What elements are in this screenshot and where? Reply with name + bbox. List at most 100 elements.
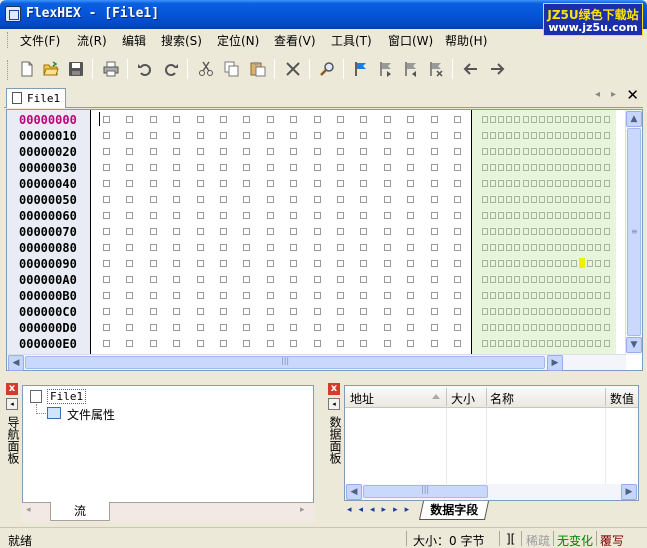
hex-byte[interactable] [266,196,274,203]
ascii-char[interactable] [482,116,488,123]
hex-byte[interactable] [243,228,251,235]
ascii-char[interactable] [482,340,488,347]
ascii-char[interactable] [490,308,497,315]
ascii-char[interactable] [603,308,610,315]
hex-byte[interactable] [430,132,438,139]
tab-file1[interactable]: File1 [6,88,66,108]
ascii-char[interactable] [554,292,561,299]
ascii-char[interactable] [554,244,561,251]
ascii-char[interactable] [530,196,537,203]
hex-byte[interactable] [407,196,415,203]
hex-byte[interactable] [313,340,321,347]
hex-byte[interactable] [383,116,391,123]
hex-byte[interactable] [243,340,251,347]
hex-byte[interactable] [290,148,298,155]
hex-byte[interactable] [407,212,415,219]
hex-byte[interactable] [360,308,368,315]
ascii-char[interactable] [554,340,561,347]
hex-byte[interactable] [337,212,344,219]
hex-byte[interactable] [337,132,344,139]
hex-byte[interactable] [149,260,157,267]
app-icon[interactable] [5,6,21,22]
ascii-char[interactable] [546,196,553,203]
hex-byte[interactable] [290,276,298,283]
ascii-char[interactable] [546,308,553,315]
ascii-char[interactable] [490,212,497,219]
back-arrow-icon[interactable] [460,58,482,80]
hex-byte[interactable] [126,292,134,299]
ascii-char[interactable] [587,260,594,267]
ascii-char[interactable] [554,324,561,331]
hex-byte[interactable] [173,132,181,139]
ascii-char[interactable] [498,324,505,331]
ascii-char[interactable] [522,132,529,139]
ascii-char[interactable] [522,228,529,235]
hex-byte[interactable] [266,260,274,267]
hex-byte[interactable] [383,308,391,315]
data-scroll-right-icon[interactable]: ▶ [621,484,637,500]
hex-byte[interactable] [220,180,227,187]
ascii-char[interactable] [546,324,553,331]
ascii-char[interactable] [538,212,545,219]
ascii-char[interactable] [546,228,553,235]
ascii-char[interactable] [587,340,594,347]
hex-byte[interactable] [103,196,110,203]
ascii-char[interactable] [554,180,561,187]
ascii-char[interactable] [587,228,594,235]
ascii-char[interactable] [482,212,488,219]
hex-byte[interactable] [149,292,157,299]
ascii-char[interactable] [538,244,545,251]
close-nav-panel-icon[interactable]: x [6,383,18,395]
ascii-char[interactable] [587,132,594,139]
hex-byte[interactable] [220,196,227,203]
hex-byte[interactable] [173,228,181,235]
ascii-char[interactable] [490,180,497,187]
horizontal-scroll-thumb[interactable]: ||| [25,356,545,369]
ascii-char[interactable] [546,276,553,283]
hex-byte[interactable] [266,228,274,235]
hex-byte[interactable] [266,116,274,123]
ascii-char[interactable] [595,180,602,187]
hex-byte[interactable] [313,276,321,283]
menubar-grip[interactable] [7,32,10,48]
set-bookmark-icon[interactable] [350,58,372,80]
ascii-char[interactable] [595,260,602,267]
ascii-char[interactable] [538,196,545,203]
data-scroll-left-icon[interactable]: ◀ [346,484,362,500]
hex-byte[interactable] [337,340,344,347]
hex-byte[interactable] [243,308,251,315]
hex-byte[interactable] [454,340,461,347]
hex-byte[interactable] [126,196,134,203]
ascii-char[interactable] [498,116,505,123]
hex-byte[interactable] [454,180,461,187]
ascii-char[interactable] [563,164,569,171]
hex-byte[interactable] [313,228,321,235]
ascii-char[interactable] [546,244,553,251]
tab-data-fields[interactable]: 数据字段 [418,501,490,520]
ascii-char[interactable] [530,324,537,331]
hex-byte[interactable] [430,180,438,187]
hex-byte[interactable] [196,180,204,187]
ascii-char[interactable] [595,228,602,235]
hex-byte[interactable] [454,244,461,251]
ascii-char[interactable] [498,308,505,315]
hex-byte[interactable] [149,116,157,123]
open-folder-icon[interactable] [40,58,62,80]
ascii-char[interactable] [579,228,586,235]
hex-byte[interactable] [313,292,321,299]
hex-byte[interactable] [220,164,227,171]
ascii-char[interactable] [482,244,488,251]
hex-byte[interactable] [266,308,274,315]
column-name[interactable]: 名称 [490,390,514,407]
ascii-char[interactable] [530,180,537,187]
menu-view[interactable]: 查看(V) [274,32,316,49]
hex-byte[interactable] [196,340,204,347]
ascii-char[interactable] [571,244,578,251]
hex-byte[interactable] [220,324,227,331]
hex-byte[interactable] [266,276,274,283]
ascii-char[interactable] [538,308,545,315]
menu-window[interactable]: 窗口(W) [388,32,433,49]
ascii-char[interactable] [563,228,569,235]
hex-byte[interactable] [266,148,274,155]
ascii-char[interactable] [571,228,578,235]
